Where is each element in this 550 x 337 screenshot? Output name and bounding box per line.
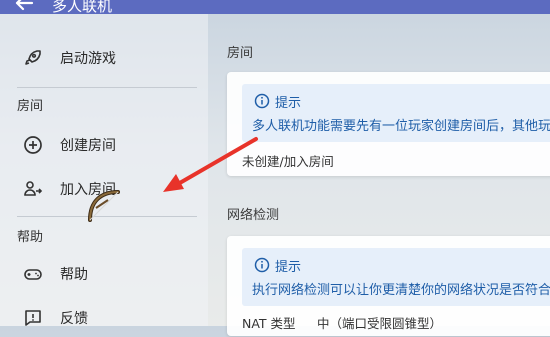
bow-cursor-icon — [88, 190, 120, 222]
annotation-arrow — [163, 137, 258, 192]
